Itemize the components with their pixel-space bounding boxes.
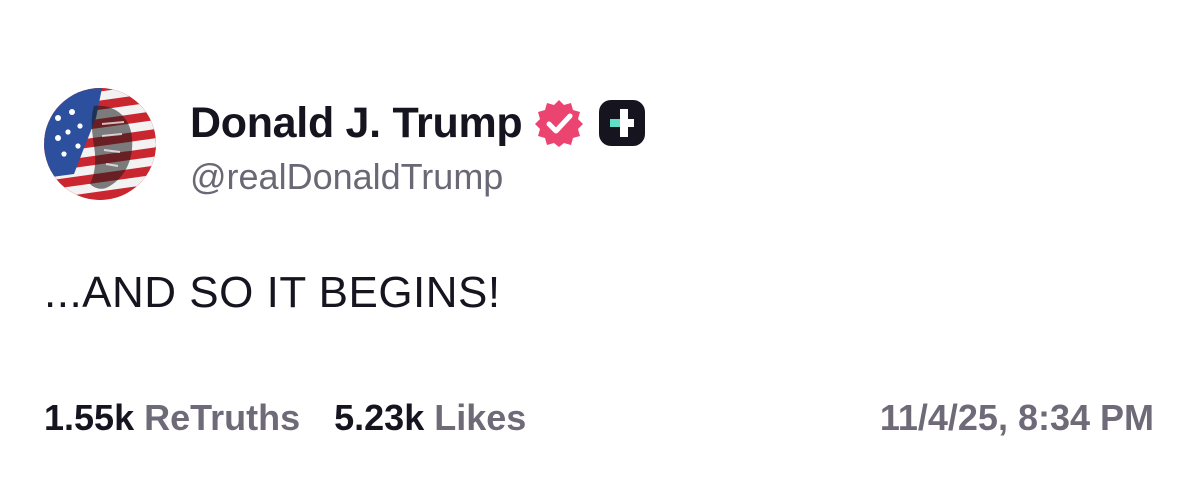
likes-count: 5.23k — [334, 397, 425, 438]
post-card: Donald J. Trump @realDonaldTrump ...AND … — [0, 0, 1200, 482]
avatar[interactable] — [44, 88, 156, 200]
verified-badge-icon — [534, 98, 584, 148]
likes-label: Likes — [434, 397, 527, 438]
retruths-label: ReTruths — [144, 397, 301, 438]
retruths-stat[interactable]: 1.55k ReTruths — [44, 397, 300, 439]
post-body-text: ...AND SO IT BEGINS! — [44, 268, 501, 317]
likes-stat[interactable]: 5.23k Likes — [334, 397, 526, 439]
retruths-count: 1.55k — [44, 397, 135, 438]
author-name-row: Donald J. Trump — [190, 96, 646, 150]
truth-plus-badge-icon — [598, 99, 646, 147]
avatar-image — [44, 88, 156, 200]
author-display-name[interactable]: Donald J. Trump — [190, 99, 523, 148]
post-stats: 1.55k ReTruths 5.23k Likes — [44, 394, 526, 442]
author-handle[interactable]: @realDonaldTrump — [190, 156, 503, 198]
post-timestamp[interactable]: 11/4/25, 8:34 PM — [880, 394, 1154, 442]
